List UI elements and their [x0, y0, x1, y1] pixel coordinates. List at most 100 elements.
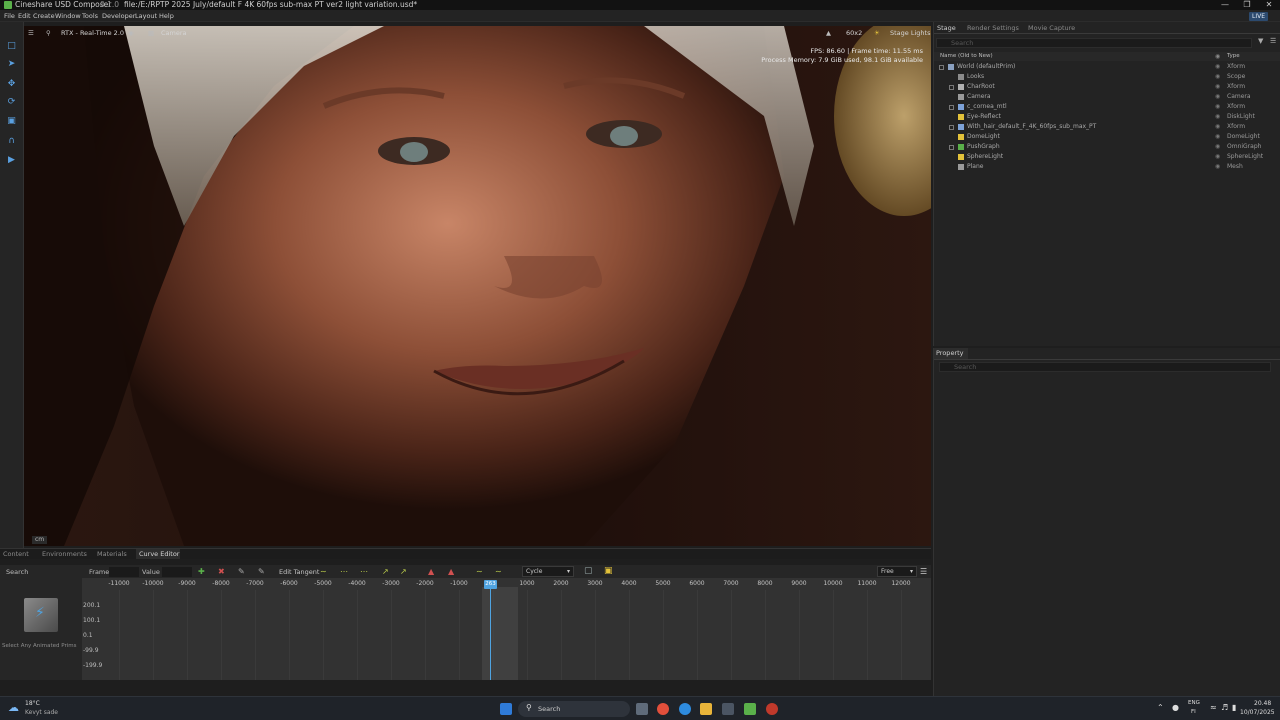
- edge-icon[interactable]: [679, 703, 691, 715]
- tab-property[interactable]: Property: [934, 348, 968, 359]
- microphone-icon[interactable]: ●: [1172, 703, 1179, 712]
- frame-selected-icon[interactable]: ▣: [604, 566, 613, 576]
- value-input[interactable]: [162, 567, 192, 577]
- clock-time[interactable]: 20.48: [1254, 700, 1271, 707]
- non-weighted-tangent-icon[interactable]: ∼: [495, 567, 502, 576]
- expand-toggle-icon[interactable]: [949, 85, 954, 90]
- menu-file[interactable]: File: [4, 12, 15, 20]
- visibility-eye-icon[interactable]: ◉: [1215, 112, 1220, 122]
- resolution-dropdown[interactable]: 60x2: [846, 28, 862, 39]
- visibility-icon[interactable]: ◉: [128, 28, 134, 39]
- renderer-dropdown[interactable]: RTX - Real-Time 2.0: [61, 28, 124, 39]
- tangent-smooth-icon[interactable]: ∼: [320, 567, 327, 576]
- chrome-icon[interactable]: [657, 703, 669, 715]
- tab-movie-capture[interactable]: Movie Capture: [1028, 24, 1075, 32]
- key-tool-icon[interactable]: ✎: [238, 567, 245, 576]
- tab-environments[interactable]: Environments: [42, 550, 87, 559]
- usd-composer-taskbar-icon[interactable]: [744, 703, 756, 715]
- tangent-auto-icon[interactable]: ↗: [400, 567, 407, 576]
- key-edit-icon[interactable]: ✎: [258, 567, 265, 576]
- terminal-icon[interactable]: [722, 703, 734, 715]
- expand-toggle-icon[interactable]: [949, 145, 954, 150]
- add-key-icon[interactable]: ✚: [198, 567, 205, 576]
- battery-icon[interactable]: ▮: [1232, 703, 1236, 712]
- stage-tree-row[interactable]: Plane ◉ Mesh: [934, 162, 1280, 172]
- options-icon[interactable]: ☰: [1270, 37, 1276, 45]
- column-type-header[interactable]: Type: [1227, 53, 1240, 59]
- curve-graph[interactable]: -11000 -10000 -9000 -8000 -7000 -6000 -5000 -40…: [82, 578, 931, 680]
- taskbar-search[interactable]: ⚲ Search: [518, 701, 630, 717]
- file-explorer-icon[interactable]: [700, 703, 712, 715]
- visibility-eye-icon[interactable]: ◉: [1215, 132, 1220, 142]
- break-tangent-icon[interactable]: ▲: [428, 567, 434, 576]
- visibility-eye-icon[interactable]: ◉: [1215, 102, 1220, 112]
- stage-tree-row[interactable]: DomeLight ◉ DomeLight: [934, 132, 1280, 142]
- tab-materials[interactable]: Materials: [97, 550, 127, 559]
- remove-key-icon[interactable]: ✖: [218, 567, 225, 576]
- expand-toggle-icon[interactable]: [939, 65, 944, 70]
- viewport-menu-icon[interactable]: ☰: [28, 28, 34, 39]
- pointer-tool-icon[interactable]: ➤: [5, 58, 18, 71]
- frame-all-icon[interactable]: ▢: [584, 566, 593, 576]
- wifi-icon[interactable]: ≈: [1210, 703, 1217, 712]
- close-icon[interactable]: ✕: [1258, 0, 1280, 10]
- stage-search-input[interactable]: Search: [936, 38, 1252, 48]
- tab-curve-editor[interactable]: Curve Editor: [136, 549, 180, 559]
- menu-help[interactable]: Help: [159, 12, 174, 20]
- stage-tree-row[interactable]: World (defaultPrim) ◉ Xform: [934, 62, 1280, 72]
- visibility-eye-icon[interactable]: ◉: [1215, 92, 1220, 102]
- playhead-label[interactable]: 263: [484, 580, 497, 589]
- visibility-eye-icon[interactable]: ◉: [1215, 62, 1220, 72]
- stage-tree-row[interactable]: With_hair_default_F_4K_60fps_sub_max_PT ◉…: [934, 122, 1280, 132]
- tab-render-settings[interactable]: Render Settings: [967, 24, 1019, 32]
- playhead-line[interactable]: [490, 587, 491, 680]
- frame-input[interactable]: [109, 567, 139, 577]
- menu-create[interactable]: Create: [33, 12, 55, 20]
- volume-icon[interactable]: ♬: [1221, 703, 1228, 712]
- stage-tree-row[interactable]: PushGraph ◉ OmniGraph: [934, 142, 1280, 152]
- clock-date[interactable]: 10/07/2025: [1240, 709, 1275, 716]
- weather-icon[interactable]: ☁: [8, 701, 19, 714]
- stage-tree-row[interactable]: Camera ◉ Camera: [934, 92, 1280, 102]
- tangent-step-icon[interactable]: ↗: [382, 567, 389, 576]
- curve-search-label[interactable]: Search: [6, 568, 28, 576]
- visibility-eye-icon[interactable]: ◉: [1215, 142, 1220, 152]
- stage-tree-row[interactable]: SphereLight ◉ SphereLight: [934, 152, 1280, 162]
- snap-tool-icon[interactable]: ∩: [5, 135, 18, 148]
- play-tool-icon[interactable]: ▶: [5, 154, 18, 167]
- tangent-flat-icon[interactable]: ⋯: [340, 567, 348, 576]
- free-dropdown[interactable]: Free ▾: [877, 566, 917, 577]
- viewport[interactable]: ☰ ⚲ RTX - Real-Time 2.0 ◉ ▩ Camera ▲ 60x…: [24, 26, 931, 546]
- tab-content[interactable]: Content: [3, 550, 29, 559]
- live-badge[interactable]: LIVE: [1248, 12, 1268, 21]
- filter-icon[interactable]: ▼: [1258, 37, 1263, 45]
- curve-menu-icon[interactable]: ☰: [920, 567, 927, 576]
- weighted-tangent-icon[interactable]: ∼: [476, 567, 483, 576]
- menu-edit[interactable]: Edit: [18, 12, 31, 20]
- menu-layout[interactable]: Layout: [135, 12, 157, 20]
- select-tool-icon[interactable]: □: [5, 40, 18, 53]
- expand-toggle-icon[interactable]: [949, 105, 954, 110]
- task-view-icon[interactable]: [636, 703, 648, 715]
- stage-tree-row[interactable]: Eye-Reflect ◉ DiskLight: [934, 112, 1280, 122]
- menu-window[interactable]: Window: [55, 12, 81, 20]
- visibility-eye-icon[interactable]: ◉: [1215, 122, 1220, 132]
- stage-tree-row[interactable]: c_cornea_mtl ◉ Xform: [934, 102, 1280, 112]
- lang-bottom[interactable]: FI: [1191, 709, 1196, 715]
- minimize-icon[interactable]: —: [1214, 0, 1236, 10]
- stage-lights-dropdown[interactable]: Stage Lights: [890, 28, 930, 39]
- tangent-linear-icon[interactable]: ⋯: [360, 567, 368, 576]
- stage-tree-row[interactable]: Looks ◉ Scope: [934, 72, 1280, 82]
- expand-toggle-icon[interactable]: [949, 125, 954, 130]
- stage-tree-row[interactable]: CharRoot ◉ Xform: [934, 82, 1280, 92]
- camera-dropdown[interactable]: Camera: [161, 28, 187, 39]
- column-name-header[interactable]: Name (Old to New): [940, 53, 993, 59]
- tab-stage[interactable]: Stage: [937, 24, 956, 32]
- visibility-eye-icon[interactable]: ◉: [1215, 72, 1220, 82]
- recorder-icon[interactable]: [766, 703, 778, 715]
- start-icon[interactable]: [500, 703, 512, 715]
- menu-tools[interactable]: Tools: [82, 12, 98, 20]
- visibility-eye-icon[interactable]: ◉: [1215, 162, 1220, 172]
- visibility-eye-icon[interactable]: ◉: [1215, 152, 1220, 162]
- visibility-eye-icon[interactable]: ◉: [1215, 82, 1220, 92]
